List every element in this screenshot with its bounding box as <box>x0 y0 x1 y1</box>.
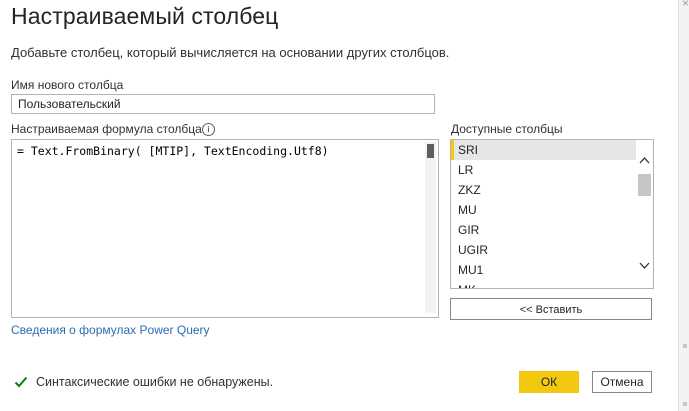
formula-scrollbar[interactable] <box>425 142 436 313</box>
close-icon[interactable]: × <box>682 0 689 10</box>
column-item-mk[interactable]: MK <box>451 280 641 288</box>
column-item-mu[interactable]: MU <box>451 200 641 220</box>
formula-editor[interactable]: = Text.FromBinary( [MTIP], TextEncoding.… <box>11 139 439 318</box>
column-item-lr[interactable]: LR <box>451 160 641 180</box>
columns-scrollbar-thumb[interactable] <box>638 174 651 196</box>
columns-scrollbar[interactable] <box>636 140 653 288</box>
column-item-ugir[interactable]: UGIR <box>451 240 641 260</box>
info-icon[interactable]: i <box>202 123 215 136</box>
insert-button[interactable]: << Вставить <box>450 298 652 320</box>
dialog-title: Настраиваемый столбец <box>11 3 279 29</box>
dialog-subtitle: Добавьте столбец, который вычисляется на… <box>11 45 450 60</box>
checkmark-icon <box>14 376 28 388</box>
column-item-sri[interactable]: SRI <box>451 140 641 160</box>
available-columns-label: Доступные столбцы <box>451 122 563 136</box>
available-columns-list[interactable]: SRI LR ZKZ MU GIR UGIR MU1 MK <box>450 139 654 289</box>
ok-button[interactable]: ОК <box>519 371 579 393</box>
power-query-formulas-link[interactable]: Сведения о формулах Power Query <box>11 323 210 337</box>
column-item-gir[interactable]: GIR <box>451 220 641 240</box>
resize-grip <box>683 402 687 406</box>
formula-scrollbar-thumb[interactable] <box>427 144 434 158</box>
formula-text[interactable]: = Text.FromBinary( [MTIP], TextEncoding.… <box>17 144 329 158</box>
resize-grip <box>683 344 687 348</box>
new-column-name-input[interactable] <box>11 94 435 114</box>
formula-label: Настраиваемая формула столбца <box>11 122 202 136</box>
syntax-status: Синтаксические ошибки не обнаружены. <box>36 375 274 389</box>
column-item-mu1[interactable]: MU1 <box>451 260 641 280</box>
chevron-down-icon[interactable] <box>638 260 651 272</box>
cancel-button[interactable]: Отмена <box>592 371 652 393</box>
chevron-up-icon[interactable] <box>638 154 651 166</box>
window-edge <box>678 0 689 411</box>
column-item-zkz[interactable]: ZKZ <box>451 180 641 200</box>
new-column-label: Имя нового столбца <box>11 78 124 92</box>
